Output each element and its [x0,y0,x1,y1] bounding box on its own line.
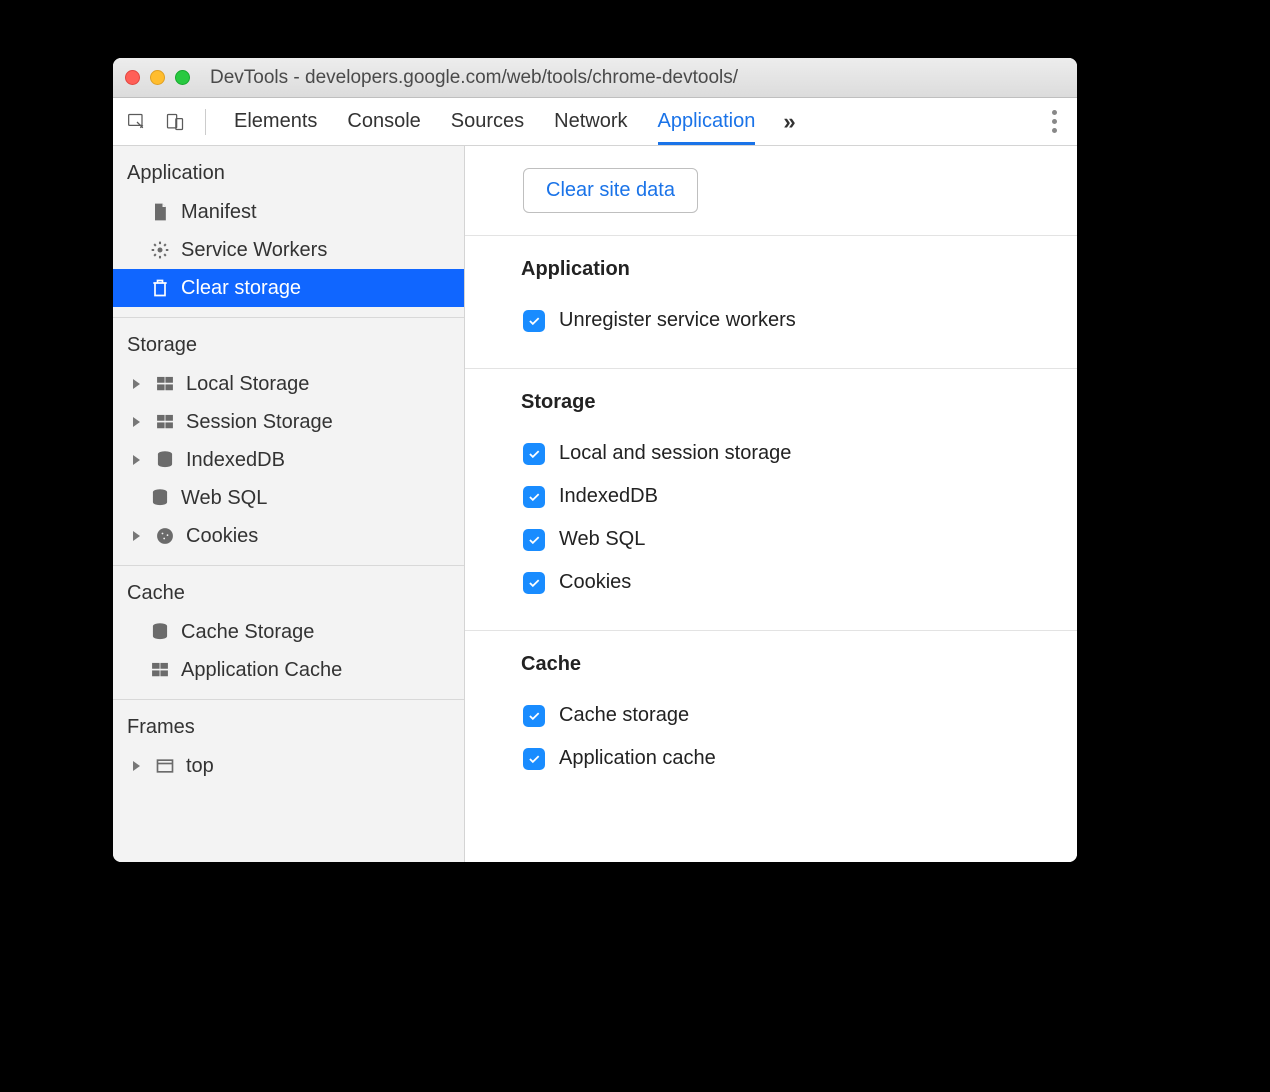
trash-icon [149,277,171,299]
section-heading: Application [521,258,1047,281]
sidebar-item-local-storage[interactable]: Local Storage [113,365,464,403]
cache-options-section: Cache Cache storage Application cache [465,631,1077,806]
checkbox-unregister-service-workers[interactable]: Unregister service workers [523,299,1047,342]
tabs-overflow-icon[interactable]: » [783,109,795,135]
section-heading: Storage [521,391,1047,414]
database-icon [149,621,171,643]
devtools-window: DevTools - developers.google.com/web/too… [113,58,1077,862]
minimize-window-button[interactable] [150,70,165,85]
grid-icon [149,659,171,681]
sidebar-item-label: Application Cache [181,659,342,682]
sidebar-item-label: Service Workers [181,239,327,262]
titlebar: DevTools - developers.google.com/web/too… [113,58,1077,98]
sidebar-item-cache-storage[interactable]: Cache Storage [113,613,464,651]
sidebar-item-top-frame[interactable]: top [113,747,464,785]
tab-application[interactable]: Application [658,98,756,145]
sidebar-item-label: Web SQL [181,487,267,510]
gear-icon [149,239,171,261]
sidebar-item-clear-storage[interactable]: Clear storage [113,269,464,307]
sidebar-group-frames: Frames top [113,700,464,795]
inspect-element-icon[interactable] [121,106,153,138]
sidebar-item-cookies[interactable]: Cookies [113,517,464,555]
grid-icon [154,411,176,433]
checkbox-icon [523,310,545,332]
database-icon [154,449,176,471]
sidebar-item-application-cache[interactable]: Application Cache [113,651,464,689]
checkbox-indexeddb[interactable]: IndexedDB [523,475,1047,518]
close-window-button[interactable] [125,70,140,85]
tab-console[interactable]: Console [347,98,420,145]
sidebar-heading: Storage [113,326,464,365]
sidebar-item-label: IndexedDB [186,449,285,472]
checkbox-icon [523,529,545,551]
sidebar-item-label: Cache Storage [181,621,314,644]
sidebar-item-session-storage[interactable]: Session Storage [113,403,464,441]
checkbox-label: Local and session storage [559,442,791,465]
checkbox-label: Web SQL [559,528,645,551]
sidebar-item-label: Local Storage [186,373,309,396]
sidebar-item-label: Session Storage [186,411,333,434]
application-options-section: Application Unregister service workers [465,236,1077,369]
tab-network[interactable]: Network [554,98,627,145]
sidebar-item-label: Clear storage [181,277,301,300]
sidebar-item-indexeddb[interactable]: IndexedDB [113,441,464,479]
panel-tabs: Elements Console Sources Network Applica… [234,98,755,145]
sidebar-heading: Application [113,154,464,193]
checkbox-icon [523,572,545,594]
checkbox-label: Cache storage [559,704,689,727]
sidebar-heading: Frames [113,708,464,747]
devtools-toolbar: Elements Console Sources Network Applica… [113,98,1077,146]
checkbox-cookies[interactable]: Cookies [523,561,1047,604]
sidebar-group-cache: Cache Cache Storage Application Cache [113,566,464,700]
checkbox-label: IndexedDB [559,485,658,508]
sidebar-item-label: top [186,755,214,778]
checkbox-icon [523,486,545,508]
settings-menu-icon[interactable] [1040,110,1069,133]
checkbox-application-cache[interactable]: Application cache [523,737,1047,780]
zoom-window-button[interactable] [175,70,190,85]
checkbox-label: Application cache [559,747,716,770]
expand-arrow-icon [133,455,140,465]
sidebar-group-application: Application Manifest Service Workers [113,146,464,318]
sidebar-item-label: Manifest [181,201,257,224]
checkbox-icon [523,748,545,770]
device-toolbar-icon[interactable] [159,106,191,138]
clear-action-section: Clear site data [465,146,1077,236]
database-icon [149,487,171,509]
frame-icon [154,755,176,777]
cookie-icon [154,525,176,547]
checkbox-cache-storage[interactable]: Cache storage [523,694,1047,737]
checkbox-web-sql[interactable]: Web SQL [523,518,1047,561]
expand-arrow-icon [133,417,140,427]
toolbar-divider [205,109,206,135]
sidebar-item-manifest[interactable]: Manifest [113,193,464,231]
sidebar-heading: Cache [113,574,464,613]
panel-body: Application Manifest Service Workers [113,146,1077,862]
sidebar-item-web-sql[interactable]: Web SQL [113,479,464,517]
sidebar-item-service-workers[interactable]: Service Workers [113,231,464,269]
checkbox-local-session-storage[interactable]: Local and session storage [523,432,1047,475]
sidebar-item-label: Cookies [186,525,258,548]
sidebar-group-storage: Storage Local Storage Session Storage [113,318,464,566]
grid-icon [154,373,176,395]
checkbox-icon [523,705,545,727]
window-controls [125,70,190,85]
checkbox-icon [523,443,545,465]
window-title: DevTools - developers.google.com/web/too… [210,67,738,89]
storage-options-section: Storage Local and session storage Indexe… [465,369,1077,631]
document-icon [149,201,171,223]
checkbox-label: Unregister service workers [559,309,796,332]
clear-site-data-button[interactable]: Clear site data [523,168,698,213]
tab-elements[interactable]: Elements [234,98,317,145]
expand-arrow-icon [133,761,140,771]
expand-arrow-icon [133,379,140,389]
section-heading: Cache [521,653,1047,676]
clear-storage-panel: Clear site data Application Unregister s… [465,146,1077,862]
application-sidebar: Application Manifest Service Workers [113,146,465,862]
tab-sources[interactable]: Sources [451,98,524,145]
expand-arrow-icon [133,531,140,541]
checkbox-label: Cookies [559,571,631,594]
